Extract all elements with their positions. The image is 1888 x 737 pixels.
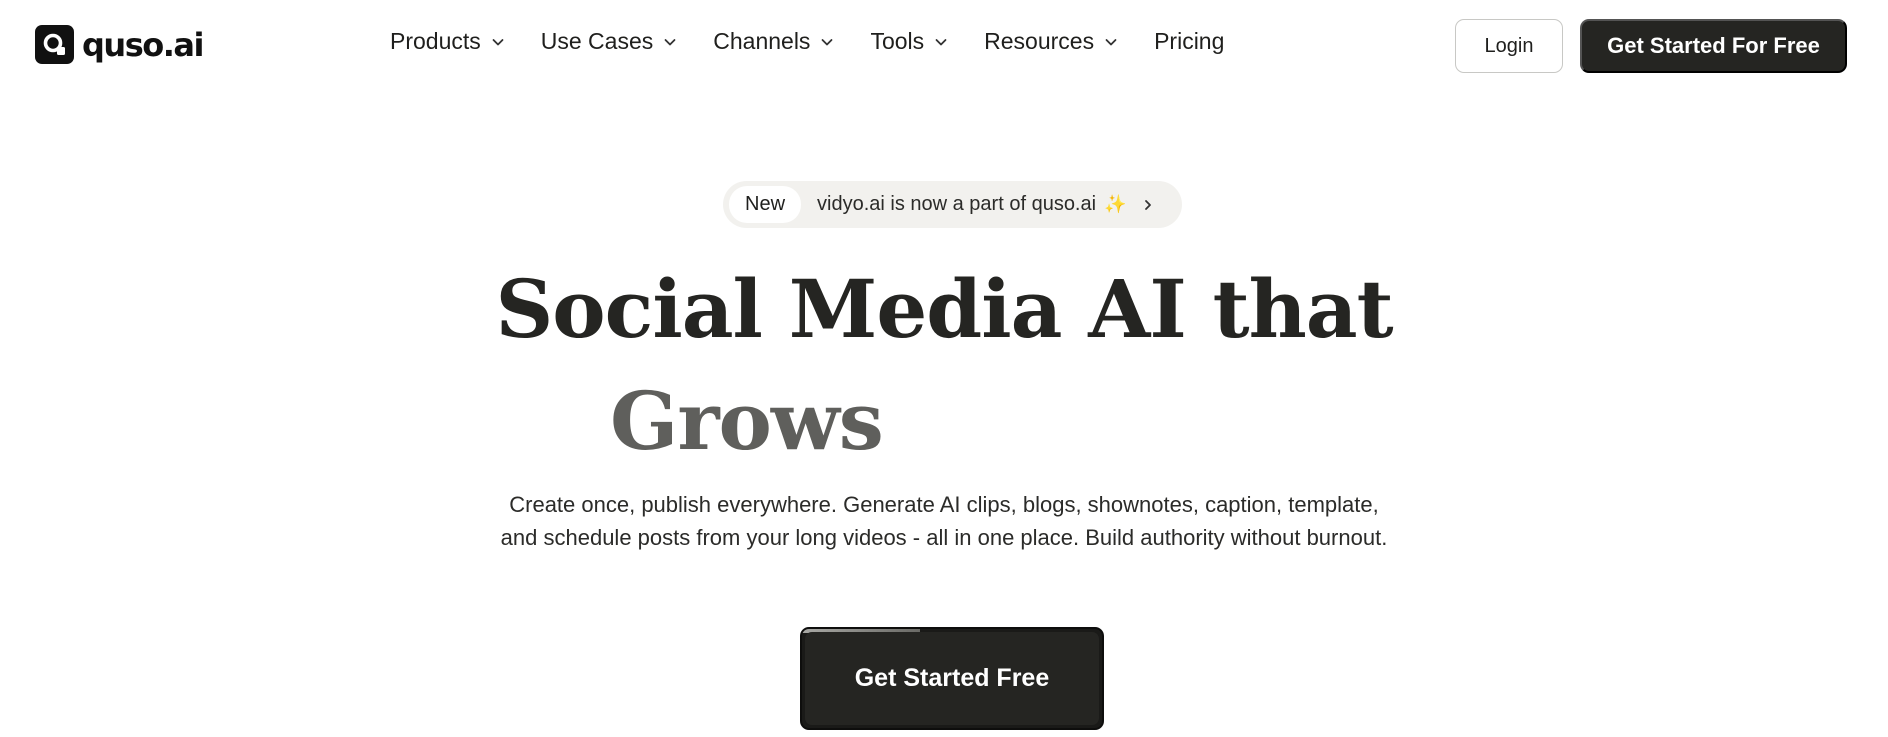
nav-item-tools[interactable]: Tools xyxy=(870,28,948,55)
nav-item-products[interactable]: Products xyxy=(390,28,505,55)
announcement-text: vidyo.ai is now a part of quso.ai xyxy=(817,193,1097,215)
nav-item-label: Products xyxy=(390,28,481,54)
brand-logo[interactable]: quso.ai xyxy=(35,25,204,64)
nav-item-label: Use Cases xyxy=(540,28,654,54)
login-button[interactable]: Login xyxy=(1455,19,1563,73)
get-started-free-button[interactable]: Get Started Free xyxy=(800,627,1104,730)
hero-title: Social Media AI that xyxy=(495,262,1393,356)
hero-title-rotating-word: Grows xyxy=(610,374,884,468)
chevron-down-icon xyxy=(822,38,833,45)
chevron-down-icon xyxy=(492,38,504,45)
chevron-down-icon xyxy=(1105,38,1117,45)
nav-item-resources[interactable]: Resources xyxy=(984,28,1118,55)
nav-item-label: Channels xyxy=(713,28,811,54)
main-nav: Products Use Cases Channels Tools Resour… xyxy=(390,28,1260,55)
nav-item-label: Pricing xyxy=(1154,28,1225,54)
announcement-pill[interactable]: New vidyo.ai is now a part of quso.ai ✨ xyxy=(723,181,1182,228)
sparkle-icon: ✨ xyxy=(1104,194,1127,214)
nav-item-use-cases[interactable]: Use Cases xyxy=(541,28,677,55)
site-header: quso.ai Products Use Cases Channels Tool… xyxy=(0,0,1888,92)
page: quso.ai Products Use Cases Channels Tool… xyxy=(0,0,1888,737)
hero-subtitle: Create once, publish everywhere. Generat… xyxy=(500,492,1388,550)
quso-logo-icon xyxy=(35,25,74,64)
nav-item-label: Tools xyxy=(870,28,925,54)
nav-item-label: Resources xyxy=(984,28,1095,54)
nav-item-pricing[interactable]: Pricing xyxy=(1154,28,1224,55)
chevron-down-icon xyxy=(935,38,947,45)
new-badge: New xyxy=(729,186,802,223)
get-started-free-label: Get Started Free xyxy=(805,632,1099,725)
chevron-right-icon xyxy=(1145,199,1152,210)
chevron-down-icon xyxy=(664,38,676,45)
get-started-for-free-button[interactable]: Get Started For Free xyxy=(1580,19,1847,73)
brand-name: quso.ai xyxy=(82,25,204,64)
nav-item-channels[interactable]: Channels xyxy=(713,28,834,55)
